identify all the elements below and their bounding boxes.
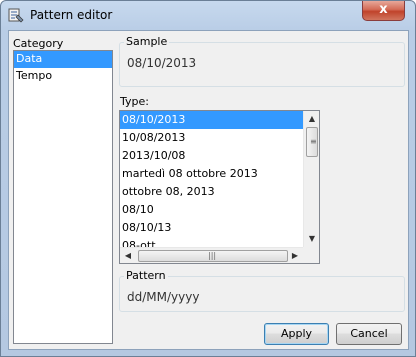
vertical-scroll-thumb[interactable]: ≡ bbox=[306, 127, 318, 157]
dialog-window: Pattern editor x Category Data Tempo Sam… bbox=[0, 0, 416, 357]
category-list[interactable]: Data Tempo bbox=[13, 50, 113, 344]
scroll-corner bbox=[303, 247, 319, 263]
horizontal-scroll-thumb[interactable]: ||| bbox=[138, 250, 288, 262]
app-icon bbox=[8, 8, 24, 23]
scroll-up-icon[interactable]: ▲ bbox=[304, 111, 319, 127]
grip-icon: ≡ bbox=[310, 137, 317, 146]
category-item-data[interactable]: Data bbox=[14, 51, 112, 68]
sample-value: 08/10/2013 bbox=[127, 56, 197, 70]
sample-group: Sample 08/10/2013 bbox=[119, 35, 405, 87]
close-button[interactable]: x bbox=[362, 1, 405, 21]
category-item-tempo[interactable]: Tempo bbox=[14, 68, 112, 85]
pattern-value: dd/MM/yyyy bbox=[127, 290, 200, 304]
type-label: Type: bbox=[120, 95, 149, 108]
scroll-right-icon[interactable]: ▶ bbox=[287, 248, 303, 263]
category-label: Category bbox=[13, 37, 64, 50]
dialog-client-area: Category Data Tempo Sample 08/10/2013 Ty… bbox=[8, 30, 409, 350]
title-bar[interactable]: Pattern editor x bbox=[1, 1, 415, 29]
pattern-label: Pattern bbox=[124, 269, 168, 282]
type-item[interactable]: ottobre 08, 2013 bbox=[120, 183, 304, 201]
type-list[interactable]: 08/10/2013 10/08/2013 2013/10/08 martedì… bbox=[119, 110, 320, 264]
type-item[interactable]: 10/08/2013 bbox=[120, 129, 304, 147]
window-title: Pattern editor bbox=[30, 8, 113, 22]
type-list-vertical-scrollbar[interactable]: ▲ ≡ ▼ bbox=[303, 111, 319, 247]
grip-icon: ||| bbox=[208, 251, 217, 260]
scroll-down-icon[interactable]: ▼ bbox=[304, 231, 319, 247]
cancel-button[interactable]: Cancel bbox=[336, 323, 402, 345]
type-item[interactable]: martedì 08 ottobre 2013 bbox=[120, 165, 304, 183]
type-item[interactable]: 08/10 bbox=[120, 201, 304, 219]
type-item[interactable]: 08/10/13 bbox=[120, 219, 304, 237]
type-list-horizontal-scrollbar[interactable]: ◀ ||| ▶ bbox=[120, 247, 303, 263]
pattern-group: Pattern dd/MM/yyyy bbox=[119, 269, 405, 312]
type-item[interactable]: 2013/10/08 bbox=[120, 147, 304, 165]
scroll-left-icon[interactable]: ◀ bbox=[120, 248, 136, 263]
type-item[interactable]: 08/10/2013 bbox=[120, 111, 304, 129]
apply-button[interactable]: Apply bbox=[264, 323, 329, 345]
sample-label: Sample bbox=[124, 35, 170, 48]
